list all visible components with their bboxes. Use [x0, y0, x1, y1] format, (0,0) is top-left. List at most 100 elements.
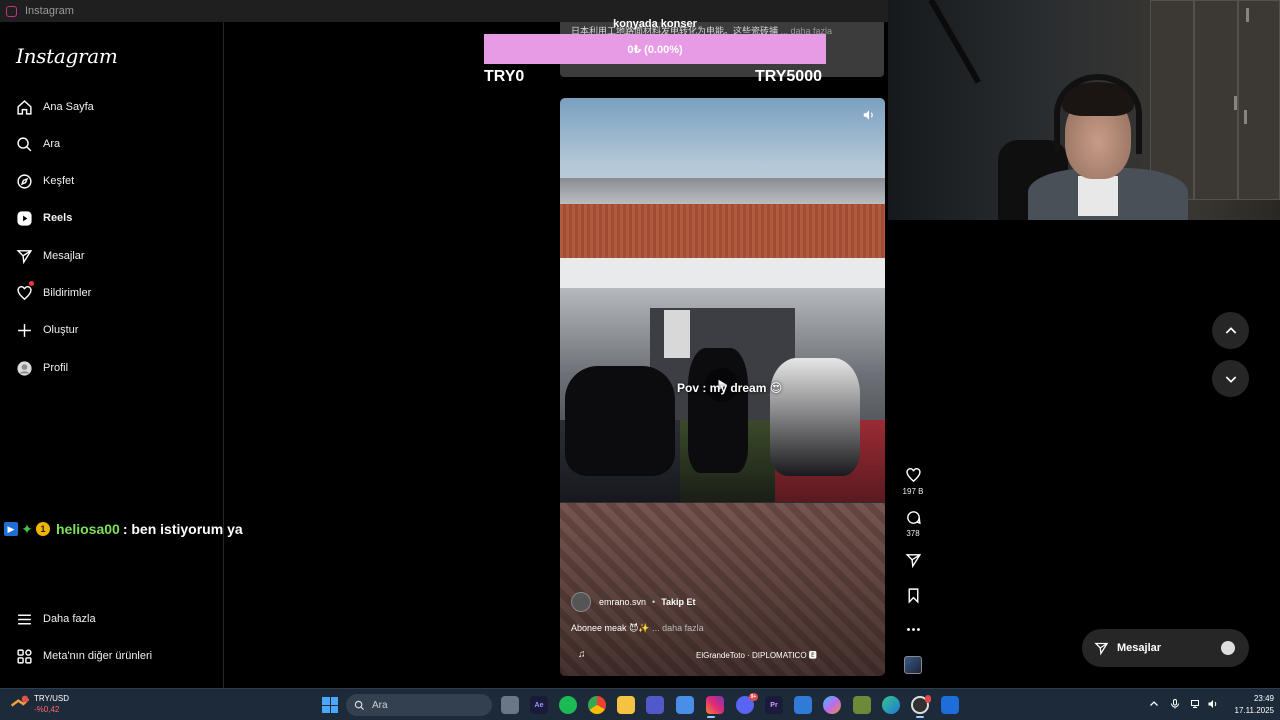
share-button[interactable] — [898, 552, 928, 572]
sidebar-item-label: Oluştur — [43, 324, 79, 336]
profile-avatar-icon — [16, 360, 33, 377]
sidebar-item-label: Ara — [43, 138, 61, 150]
sidebar-item-home[interactable]: Ana Sayfa — [0, 89, 224, 125]
sidebar-item-label: Bildirimler — [43, 287, 92, 299]
donation-goal-amount: 0₺ (0.00%) — [627, 43, 683, 56]
stream-chat-message: ▶ ✦ 1 heliosa00 : ben istiyorum ya — [4, 521, 243, 537]
window-title: Instagram — [25, 5, 74, 17]
system-clock[interactable]: 23:49 17.11.2025 — [1226, 693, 1274, 717]
heart-icon — [905, 468, 921, 483]
currency-pair: TRY/USD — [34, 694, 69, 703]
speaker-icon[interactable] — [1207, 698, 1219, 710]
reel-video[interactable]: Pov : my dream 😍 emrano.svn • Takip Et A… — [560, 98, 885, 676]
verified-badge-icon: ✦ — [21, 520, 33, 537]
sidebar-item-label: Daha fazla — [43, 613, 96, 625]
caption-more-link[interactable]: ... daha fazla — [652, 623, 704, 633]
minecraft-taskbar-icon[interactable] — [853, 696, 871, 714]
author-username[interactable]: emrano.svn — [599, 597, 646, 607]
notification-dot — [29, 281, 34, 286]
more-dots-icon — [906, 628, 920, 631]
like-count: 197 B — [902, 487, 924, 496]
sidebar-item-search[interactable]: Ara — [0, 126, 224, 162]
sidebar-item-profile[interactable]: Profil — [0, 350, 224, 386]
sidebar-item-label: Meta'nın diğer ürünleri — [43, 650, 153, 662]
reel-caption: Abonee meak 😈✨ ... daha fazla — [571, 623, 704, 633]
donation-goal-title: konyada konser — [613, 18, 697, 30]
next-reel-button[interactable] — [1212, 360, 1249, 397]
copilot-taskbar-icon[interactable] — [823, 696, 841, 714]
sidebar-item-messages[interactable]: Mesajlar — [0, 238, 224, 274]
currency-widget-icon — [10, 694, 30, 714]
active-app-indicator — [916, 716, 924, 718]
donation-goal-bar: 0₺ (0.00%) — [484, 34, 826, 64]
paper-plane-icon — [16, 248, 33, 265]
sidebar: Instagram Ana Sayfa Ara Keşfet Reels Mes… — [0, 22, 224, 688]
premiere-taskbar-icon[interactable]: Pr — [765, 696, 783, 714]
more-options-button[interactable] — [898, 621, 928, 641]
bookmark-icon — [908, 588, 918, 604]
currency-widget[interactable]: TRY/USD -%0,42 — [10, 693, 69, 715]
windows-taskbar: TRY/USD -%0,42 Ara Ae 9+ Pr 23:49 17.11.… — [0, 688, 1280, 720]
windows-start-icon[interactable] — [322, 697, 338, 713]
taskbar-search-placeholder: Ara — [372, 699, 388, 711]
reel-author: emrano.svn • Takip Et — [571, 592, 696, 612]
sidebar-item-reels[interactable]: Reels — [0, 200, 224, 236]
active-app-indicator — [707, 716, 715, 718]
chat-username: heliosa00 — [56, 521, 120, 537]
spotify-taskbar-icon[interactable] — [559, 696, 577, 714]
paper-plane-icon — [904, 554, 921, 569]
folder-taskbar-icon[interactable] — [617, 696, 635, 714]
network-icon[interactable] — [1190, 698, 1202, 710]
reel-audio-label[interactable]: ElGrandeToto · DIPLOMATICO 🅴 — [696, 650, 817, 661]
paper-plane-icon — [1094, 642, 1109, 655]
author-avatar[interactable] — [571, 592, 591, 612]
previous-reel-button[interactable] — [1212, 312, 1249, 349]
sidebar-item-create[interactable]: Oluştur — [0, 312, 224, 348]
sidebar-item-notifications[interactable]: Bildirimler — [0, 275, 224, 311]
after-effects-taskbar-icon[interactable]: Ae — [530, 696, 548, 714]
audio-thumbnail[interactable] — [904, 656, 922, 674]
reels-icon — [16, 210, 33, 227]
sidebar-item-label: Reels — [43, 212, 73, 224]
chrome-taskbar-icon[interactable] — [588, 696, 606, 714]
music-note-icon: ♫ — [578, 649, 586, 660]
clock-date: 17.11.2025 — [1234, 706, 1274, 715]
sidebar-item-more[interactable]: Daha fazla — [0, 601, 224, 637]
save-button[interactable] — [898, 587, 928, 607]
donation-goal-min: TRY0 — [484, 68, 525, 85]
plus-icon — [16, 322, 33, 339]
instagram-taskbar-icon[interactable] — [706, 696, 724, 714]
comment-count: 378 — [906, 529, 920, 538]
follow-button[interactable]: Takip Et — [661, 597, 695, 607]
volume-icon[interactable] — [862, 108, 876, 122]
app-taskbar-icon[interactable] — [941, 696, 959, 714]
messages-avatar — [1219, 639, 1237, 657]
store-taskbar-icon[interactable] — [676, 696, 694, 714]
obs-taskbar-icon[interactable] — [911, 695, 931, 714]
file-explorer-taskbar-icon[interactable] — [501, 696, 519, 714]
comment-button[interactable]: 378 — [898, 509, 928, 538]
instagram-logo[interactable]: Instagram — [16, 44, 118, 68]
microphone-icon[interactable] — [1169, 698, 1181, 710]
subscriber-badge-icon: 1 — [36, 522, 50, 536]
sidebar-item-meta-products[interactable]: Meta'nın diğer ürünleri — [0, 638, 224, 674]
prime-badge-icon: ▶ — [4, 522, 18, 536]
hamburger-menu-icon — [16, 611, 33, 628]
taskbar-search[interactable]: Ara — [346, 694, 492, 716]
sidebar-item-label: Ana Sayfa — [43, 101, 94, 113]
messages-pill[interactable]: Mesajlar — [1082, 629, 1249, 667]
instagram-app-icon — [6, 5, 17, 17]
mail-taskbar-icon[interactable] — [794, 696, 812, 714]
messages-pill-label: Mesajlar — [1117, 642, 1162, 654]
search-icon — [354, 700, 365, 710]
chevron-up-icon — [1225, 326, 1236, 334]
sidebar-item-label: Mesajlar — [43, 250, 85, 262]
heart-icon — [16, 285, 33, 302]
like-button[interactable]: 197 B — [898, 467, 928, 496]
chevron-up-icon[interactable] — [1148, 698, 1160, 710]
edge-taskbar-icon[interactable] — [882, 696, 900, 714]
donation-goal-max: TRY5000 — [755, 68, 822, 85]
sidebar-item-explore[interactable]: Keşfet — [0, 163, 224, 199]
discord-taskbar-icon[interactable]: 9+ — [736, 693, 758, 714]
teams-taskbar-icon[interactable] — [646, 696, 664, 714]
